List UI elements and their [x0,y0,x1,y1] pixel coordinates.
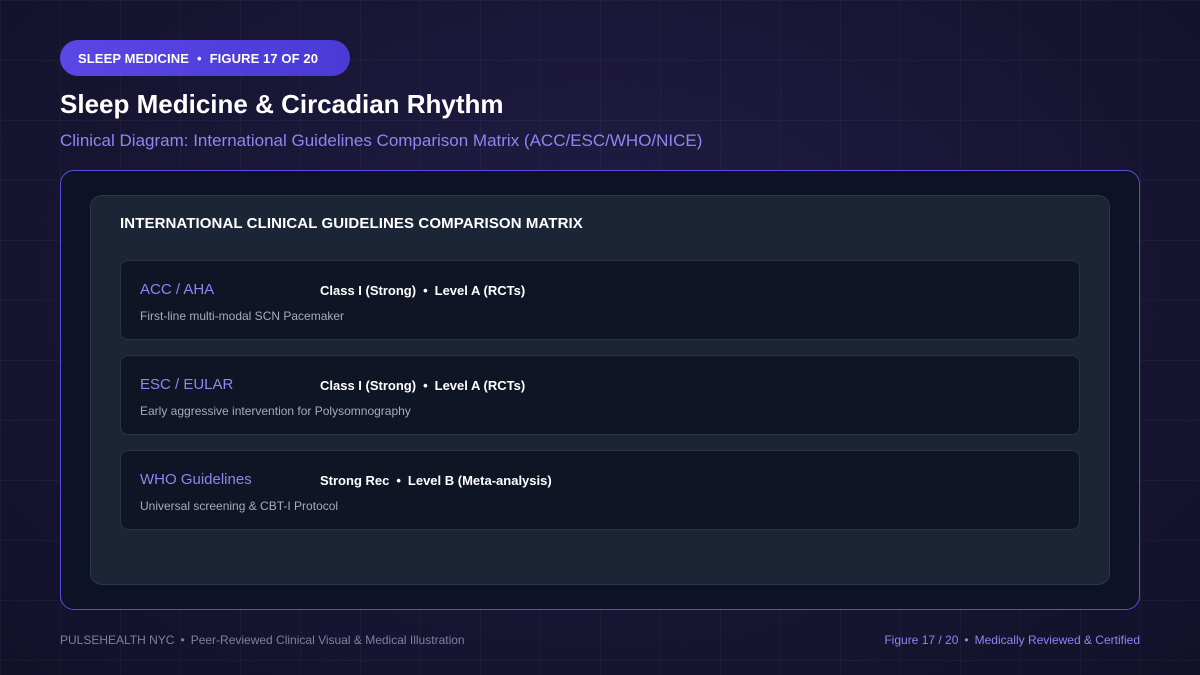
footer-credits: PULSEHEALTH NYC • Peer-Reviewed Clinical V… [60,633,465,647]
recommendation-separator: • [423,378,428,393]
page-title: Sleep Medicine & Circadian Rhythm [60,89,504,119]
badge-figure: FIGURE 17 OF 20 [209,50,319,66]
badge-section: SLEEP MEDICINE [78,50,189,66]
evidence-level: Level A (RCTs) [434,283,526,298]
evidence-level: Level A (RCTs) [434,378,526,393]
guideline-row-esc-eular: ESC / EULAR Class I (Strong) • Level A (RC… [120,355,1080,435]
footer-figure-info: Figure 17 / 20 • Medically Reviewed & Cert… [884,633,1140,647]
evidence-level: Level B (Meta-analysis) [407,473,552,488]
footer-brand: PULSEHEALTH NYC [60,633,175,647]
guideline-org: ESC / EULAR [140,376,234,393]
recommendation-separator: • [423,283,428,298]
guideline-description: Universal screening & CBT-I Protocol [140,499,339,513]
recommendation-strength: Class I (Strong) [320,283,417,298]
guideline-recommendation: Class I (Strong) • Level A (RCTs) [320,378,525,393]
recommendation-separator: • [396,473,401,488]
page-subtitle: Clinical Diagram: International Guidelin… [60,131,703,150]
guideline-description: Early aggressive intervention for Polyso… [140,404,411,418]
footer-certification: Medically Reviewed & Certified [974,633,1140,647]
guideline-row-who: WHO Guidelines Strong Rec • Level B (Meta-… [120,450,1080,530]
footer-figure-number: Figure 17 / 20 [884,633,959,647]
footer-separator: • [180,633,185,647]
matrix-title: INTERNATIONAL CLINICAL GUIDELINES COMPAR… [120,215,583,232]
figure-badge: SLEEP MEDICINE • FIGURE 17 OF 20 [60,40,350,76]
recommendation-strength: Strong Rec [320,473,390,488]
guideline-org: WHO Guidelines [140,471,252,488]
guideline-description: First-line multi-modal SCN Pacemaker [140,309,345,323]
guideline-org: ACC / AHA [140,281,215,298]
footer-tagline: Peer-Reviewed Clinical Visual & Medical … [190,633,465,647]
guideline-recommendation: Strong Rec • Level B (Meta-analysis) [320,473,552,488]
guideline-recommendation: Class I (Strong) • Level A (RCTs) [320,283,525,298]
recommendation-strength: Class I (Strong) [320,378,417,393]
guideline-row-acc-aha: ACC / AHA Class I (Strong) • Level A (RCTs… [120,260,1080,340]
badge-separator: • [196,50,202,66]
footer-separator: • [964,633,969,647]
